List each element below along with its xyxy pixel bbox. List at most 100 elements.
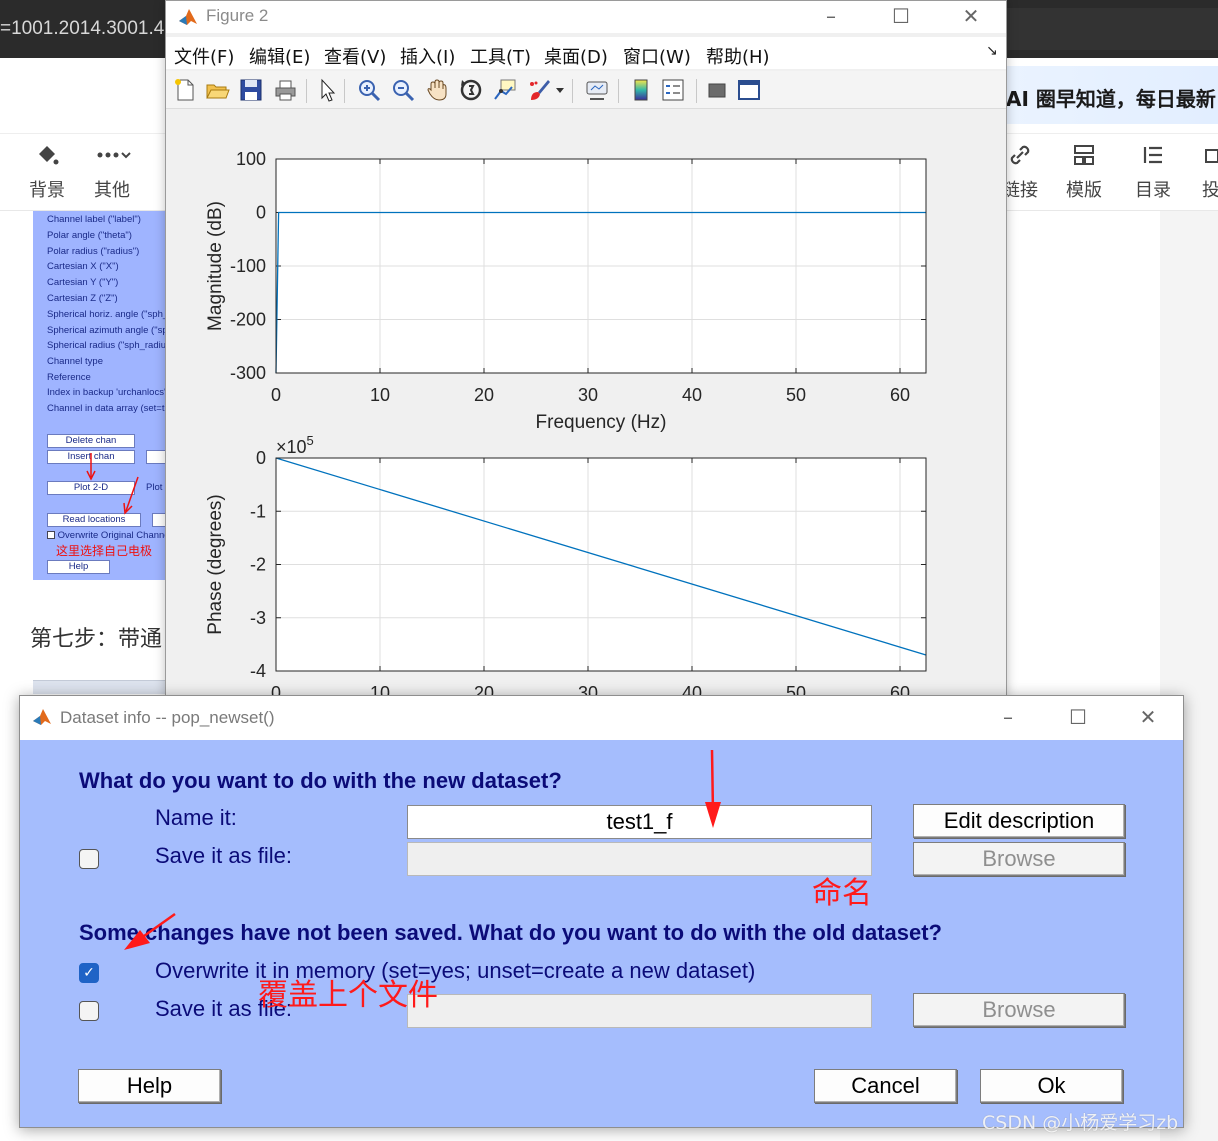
rename-annotation: 命名 [812, 876, 872, 911]
dialog-minimize-button[interactable]: – [985, 702, 1031, 734]
matlab-logo-icon [179, 9, 197, 25]
menu-view[interactable]: 查看(V) [324, 43, 386, 69]
figure-plots[interactable]: 0 10 20 30 40 50 601000-100-200-300Frequency (… [166, 109, 1006, 699]
new-figure-icon[interactable] [172, 77, 198, 103]
pointer-icon[interactable] [314, 77, 340, 103]
y-tick-label: 0 [256, 203, 266, 223]
y-tick-label: -2 [250, 555, 266, 575]
toolbar-template-label: 模版 [1066, 180, 1102, 201]
edit-description-button[interactable]: Edit description [913, 804, 1125, 838]
figure-window[interactable]: Figure 2 – ☐ ✕ 文件(F) 编辑(E) 查看(V) 插入(I) 工… [165, 0, 1007, 700]
figure-canvas[interactable]: 0 10 20 30 40 50 60 100 0 -100 -200 -300 Frequency (… [166, 109, 1006, 699]
embedded-eeglab-screenshot: Channel label ("label") Polar angle ("th… [33, 211, 168, 580]
dialog-close-button[interactable]: ✕ [1125, 702, 1171, 734]
paint-bucket-icon [17, 142, 77, 172]
save-old-file-input [407, 994, 872, 1028]
article-thumbnail [33, 680, 168, 694]
dialog-maximize-button[interactable]: ☐ [1055, 702, 1101, 734]
y-tick-label: -3 [250, 608, 266, 628]
save-icon[interactable] [238, 77, 264, 103]
show-plot-tools-icon[interactable] [736, 77, 762, 103]
menu-desktop[interactable]: 桌面(D) [544, 43, 608, 69]
y-tick-label: -100 [230, 256, 266, 276]
figure-minimize-button[interactable]: – [808, 1, 854, 33]
csdn-watermark: CSDN @小杨爱学习zb [982, 1112, 1179, 1134]
toolbar-template-button[interactable]: 模版 [1054, 142, 1114, 202]
figure-titlebar[interactable]: Figure 2 – ☐ ✕ [166, 1, 1006, 33]
dialog-titlebar[interactable]: Dataset info -- pop_newset() – ☐ ✕ [20, 696, 1183, 740]
dialog-title: Dataset info -- pop_newset() [60, 708, 275, 727]
article-step-heading: 第七步：带通 [30, 627, 163, 652]
figure-maximize-button[interactable]: ☐ [878, 1, 924, 33]
brush-icon[interactable] [526, 77, 552, 103]
print-icon[interactable] [272, 77, 298, 103]
link-plot-icon[interactable] [584, 77, 610, 103]
x-tick-label: 10 [370, 385, 390, 405]
y-axis-multiplier: ×105 [276, 433, 314, 457]
x-axis-label: Frequency (Hz) [536, 412, 667, 433]
menu-edit[interactable]: 编辑(E) [249, 43, 310, 69]
help-button[interactable]: Help [78, 1069, 221, 1103]
menu-tools[interactable]: 工具(T) [470, 43, 531, 69]
x-tick-label: 30 [578, 385, 598, 405]
zoom-in-icon[interactable] [356, 77, 382, 103]
open-file-icon[interactable] [204, 77, 230, 103]
overwrite-memory-checkbox[interactable]: ✓ [79, 963, 99, 983]
ok-button[interactable]: Ok [980, 1069, 1123, 1103]
overwrite-annotation: 覆盖上个文件 [258, 978, 438, 1013]
overwrite-memory-label: Overwrite it in memory (set=yes; unset=c… [155, 958, 756, 983]
figure-toolbar [166, 71, 1006, 109]
zoom-out-icon[interactable] [390, 77, 416, 103]
toolbar-submit-button[interactable]: 投 [1182, 142, 1218, 202]
save-new-file-label: Save it as file: [155, 843, 292, 868]
brush-dropdown-icon[interactable] [554, 77, 566, 103]
ai-banner-text: AI 圈早知道，每日最新 [1006, 87, 1216, 111]
figure-title: Figure 2 [206, 6, 269, 25]
y-tick-label: -4 [250, 661, 266, 681]
data-cursor-icon[interactable] [492, 77, 518, 103]
toc-list-icon [1123, 142, 1183, 172]
x-tick-label: 60 [890, 385, 910, 405]
name-label: Name it: [155, 805, 237, 830]
toolbar-more-label: 其他 [94, 180, 130, 201]
toolbar-more-button[interactable]: 其他 [82, 142, 142, 202]
browser-top-bar-right [1006, 8, 1218, 50]
save-new-dataset-checkbox[interactable] [79, 849, 99, 869]
y-tick-label: -300 [230, 363, 266, 383]
dataset-info-dialog[interactable]: Dataset info -- pop_newset() – ☐ ✕ What … [19, 695, 1184, 1128]
y-tick-label: -1 [250, 501, 266, 521]
dataset-name-input[interactable]: test1_f [407, 805, 872, 839]
toolbar-separator [344, 79, 345, 103]
browser-url-fragment[interactable]: =1001.2014.3001.4 [0, 18, 164, 40]
menu-window[interactable]: 窗口(W) [623, 43, 691, 69]
toolbar-background-button[interactable]: 背景 [17, 142, 77, 202]
rotate-3d-icon[interactable] [458, 77, 484, 103]
y-tick-label: 0 [256, 448, 266, 468]
figure-close-button[interactable]: ✕ [948, 1, 994, 33]
cancel-button[interactable]: Cancel [814, 1069, 957, 1103]
menu-help[interactable]: 帮助(H) [706, 43, 770, 69]
x-tick-label: 40 [682, 385, 702, 405]
x-tick-label: 0 [271, 385, 281, 405]
hide-plot-tools-icon[interactable] [704, 77, 730, 103]
menu-insert[interactable]: 插入(I) [400, 43, 455, 69]
template-icon [1054, 142, 1114, 172]
x-tick-label: 20 [474, 385, 494, 405]
y-axis-multiplier-exponent: 5 [307, 433, 314, 448]
y-axis-label: Phase (degrees) [205, 494, 226, 634]
matlab-logo-icon [33, 709, 51, 725]
save-new-file-input [407, 842, 872, 876]
figure-menubar: 文件(F) 编辑(E) 查看(V) 插入(I) 工具(T) 桌面(D) 窗口(W… [166, 37, 1006, 69]
colorbar-icon[interactable] [628, 77, 654, 103]
pan-hand-icon[interactable] [424, 77, 450, 103]
toolbar-separator [572, 79, 573, 103]
menu-file[interactable]: 文件(F) [174, 43, 234, 69]
menu-dock-arrow-icon[interactable]: ↘ [986, 43, 998, 59]
toolbar-toc-button[interactable]: 目录 [1123, 142, 1183, 202]
save-old-dataset-checkbox[interactable] [79, 1001, 99, 1021]
toolbar-separator [306, 79, 307, 103]
y-axis-label: Magnitude (dB) [205, 201, 226, 331]
more-dots-icon [82, 142, 142, 172]
legend-icon[interactable] [660, 77, 686, 103]
toolbar-separator [618, 79, 619, 103]
